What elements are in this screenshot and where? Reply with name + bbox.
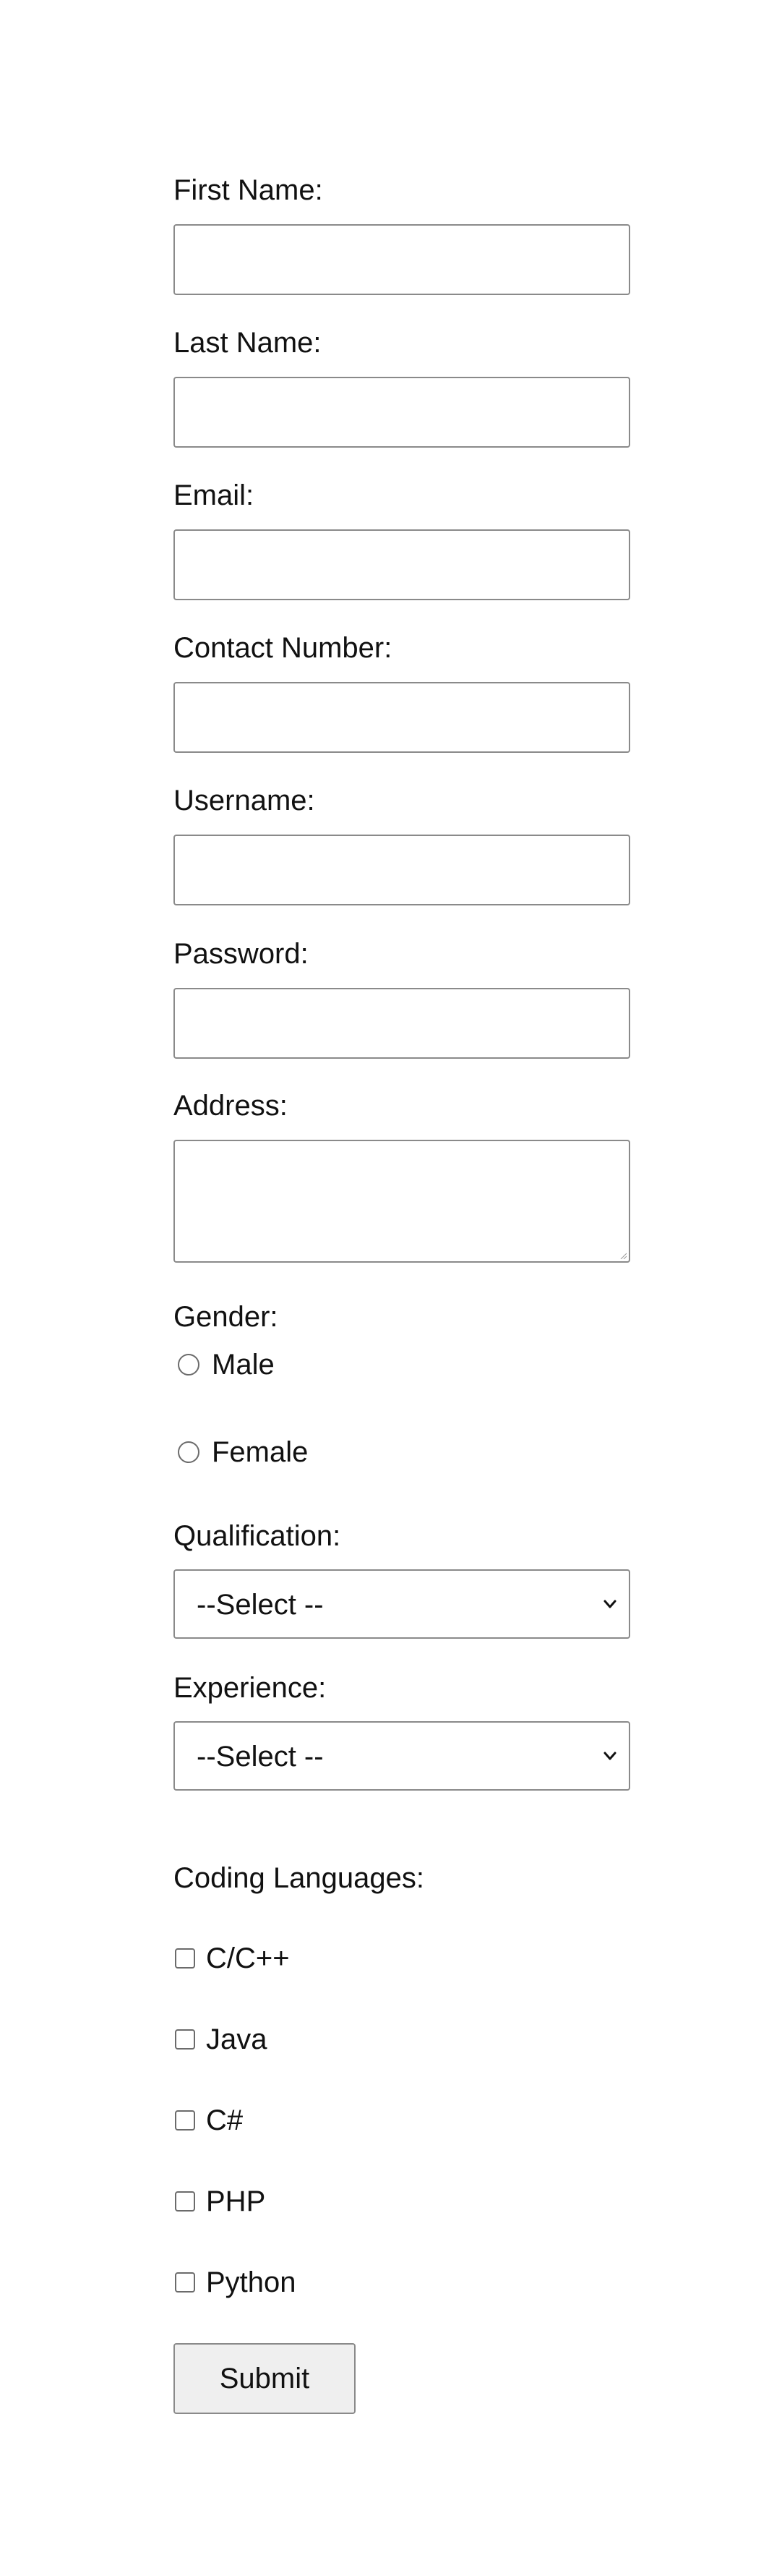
experience-label: Experience:	[173, 1672, 327, 1704]
submit-button[interactable]: Submit	[173, 2343, 356, 2414]
last-name-input[interactable]	[173, 377, 630, 448]
address-textarea[interactable]	[173, 1140, 630, 1263]
last-name-label: Last Name:	[173, 327, 322, 359]
username-input[interactable]	[173, 835, 630, 905]
chevron-down-icon	[603, 1600, 616, 1608]
lang-python-checkbox[interactable]	[175, 2272, 195, 2293]
qualification-label: Qualification:	[173, 1520, 341, 1552]
experience-select[interactable]: --Select --	[173, 1721, 630, 1791]
email-input[interactable]	[173, 529, 630, 600]
coding-languages-label: Coding Languages:	[173, 1862, 424, 1894]
lang-python-label[interactable]: Python	[206, 2266, 296, 2299]
registration-form: First Name: Last Name: Email: Contact Nu…	[0, 0, 782, 2576]
qualification-selected-value: --Select --	[197, 1589, 324, 1621]
gender-female-radio[interactable]	[178, 1441, 199, 1463]
lang-csharp-label[interactable]: C#	[206, 2104, 243, 2137]
password-label: Password:	[173, 938, 309, 970]
experience-selected-value: --Select --	[197, 1741, 324, 1773]
contact-number-input[interactable]	[173, 682, 630, 753]
contact-number-label: Contact Number:	[173, 632, 392, 664]
lang-cpp-checkbox[interactable]	[175, 1948, 195, 1969]
lang-csharp-checkbox[interactable]	[175, 2110, 195, 2131]
lang-php-label[interactable]: PHP	[206, 2185, 265, 2218]
lang-java-checkbox[interactable]	[175, 2029, 195, 2050]
password-input[interactable]	[173, 988, 630, 1059]
gender-female-label[interactable]: Female	[212, 1436, 308, 1469]
email-label: Email:	[173, 479, 254, 511]
gender-male-radio[interactable]	[178, 1354, 199, 1376]
chevron-down-icon	[603, 1752, 616, 1760]
lang-java-label[interactable]: Java	[206, 2023, 267, 2056]
address-label: Address:	[173, 1090, 288, 1122]
first-name-input[interactable]	[173, 224, 630, 295]
gender-male-label[interactable]: Male	[212, 1348, 275, 1381]
lang-cpp-label[interactable]: C/C++	[206, 1942, 290, 1975]
resize-grip-icon[interactable]	[619, 1252, 627, 1259]
qualification-select[interactable]: --Select --	[173, 1569, 630, 1639]
first-name-label: First Name:	[173, 174, 323, 206]
gender-label: Gender:	[173, 1301, 278, 1333]
username-label: Username:	[173, 785, 315, 816]
lang-php-checkbox[interactable]	[175, 2191, 195, 2212]
